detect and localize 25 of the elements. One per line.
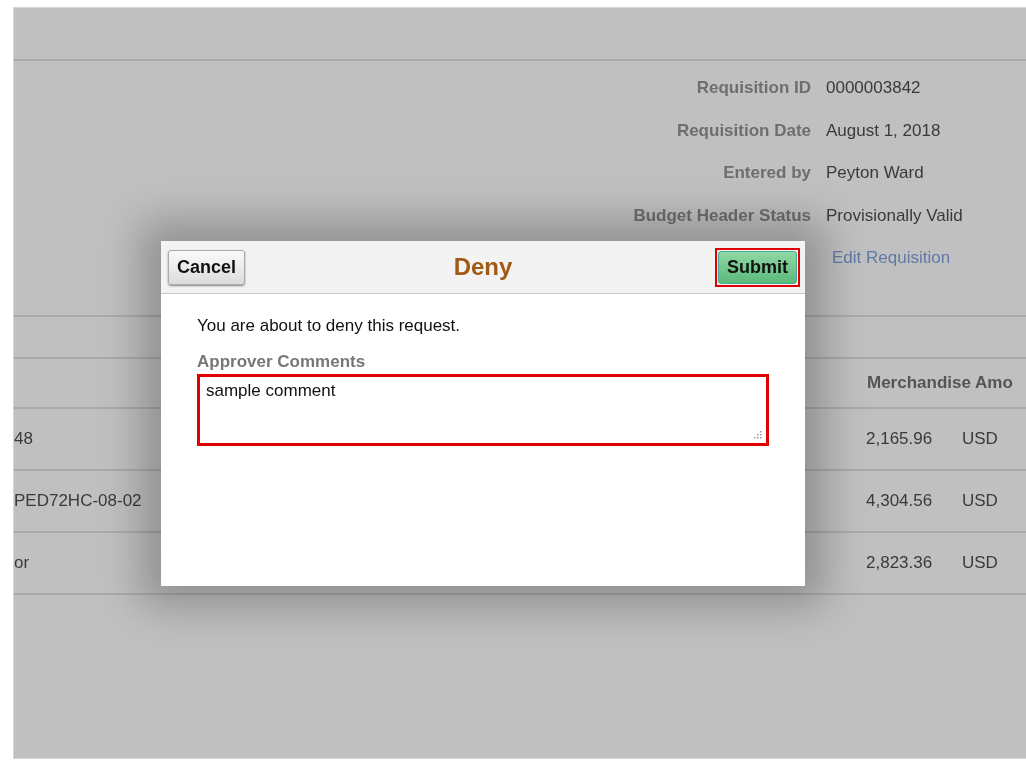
table-cell-text: 2,823.36 [866,552,934,573]
dialog-message: You are about to deny this request. [197,316,462,336]
field-label: Budget Header Status [632,205,811,226]
cancel-button[interactable]: Cancel [168,249,246,285]
resize-grip-icon[interactable] [754,431,762,439]
table-cell: USD [962,490,998,511]
field-value: 0000003842 [826,78,921,98]
table-cell: USD [962,552,998,573]
comments-label: Approver Comments [197,352,367,372]
field-label: Requisition ID [695,78,811,98]
field-label: Entered by [722,163,811,183]
column-header: Merchandise Amo [867,372,1013,393]
table-cell: 48 [14,428,33,448]
dialog-title: Deny [453,253,513,281]
table-cell: or [14,552,30,572]
table-cell-text: 2,165.96 [866,428,934,449]
comments-field[interactable]: sample comment [197,374,769,446]
table-cell: USD [962,428,998,449]
field-value: Provisionally Valid [826,205,963,226]
submit-button[interactable]: Submit [718,250,797,284]
field-value: August 1, 2018 [826,120,941,141]
field-label: Requisition Date [675,120,811,141]
table-cell-text: 4,304.56 [866,490,934,511]
table-cell: PED72HC-08-02 [14,490,142,510]
field-value: Peyton Ward [826,163,924,183]
